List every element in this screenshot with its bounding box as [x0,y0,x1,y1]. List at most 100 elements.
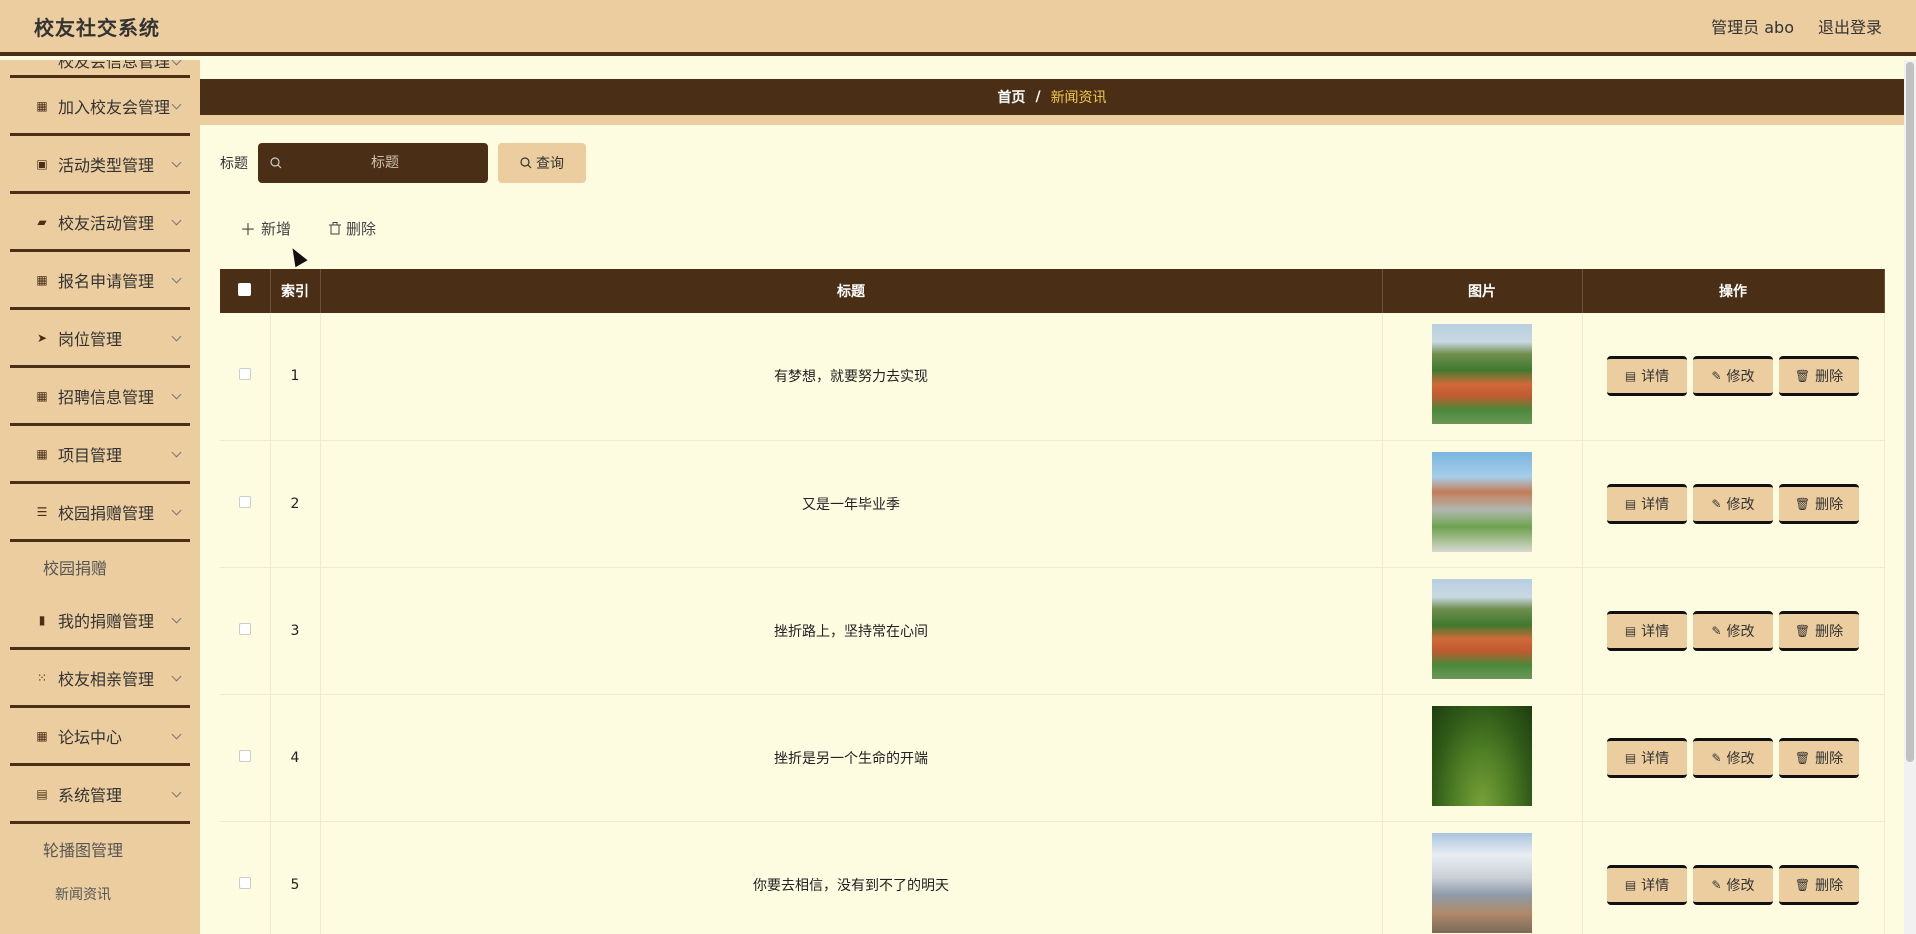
column-header-index: 索引 [270,269,321,313]
grid-icon: ▦ [36,98,48,113]
document-icon: ▤ [1624,369,1637,384]
news-thumbnail[interactable] [1432,705,1532,806]
delete-button[interactable]: 🗑 删除 [1779,610,1859,651]
news-thumbnail[interactable] [1432,832,1532,933]
row-checkbox[interactable] [238,876,251,889]
delete-button[interactable]: 🗑 删除 [1779,864,1859,905]
delete-button-label: 删除 [1815,369,1844,386]
sidebar-item-registration[interactable]: ▦ 报名申请管理 [10,252,190,310]
sidebar-item-label: 岗位管理 [58,329,123,349]
delete-button-label: 删除 [1815,877,1844,894]
news-thumbnail[interactable] [1432,324,1532,425]
pencil-icon: ✎ [1711,877,1722,892]
sidebar-item-join-association[interactable]: ▦ 加入校友会管理 [10,78,190,136]
edit-button-label: 修改 [1726,623,1755,640]
news-thumbnail[interactable] [1432,451,1532,552]
select-all-checkbox[interactable] [238,282,252,296]
add-button[interactable]: ＋ 新增 [240,216,291,240]
row-checkbox[interactable] [238,749,251,762]
sidebar-item-alumni-association-info[interactable]: ▦ 校友会信息管理 [10,60,190,78]
bar-chart-icon: ▮ [38,612,46,627]
sidebar-subitem-carousel[interactable]: 轮播图管理 [0,824,200,874]
row-actions: ▤ 详情 ✎ 修改 🗑 删除 [1582,694,1885,822]
query-button[interactable]: 查询 [498,143,586,183]
search-box [258,143,488,183]
sidebar-item-projects[interactable]: ▦ 项目管理 [10,426,190,484]
row-select-cell [220,821,271,934]
sidebar-item-label: 招聘信息管理 [58,387,155,407]
sidebar-item-label: 论坛中心 [58,727,123,747]
document-icon: ▤ [1624,496,1637,511]
chevron-down-icon [171,157,182,167]
send-icon: ➤ [36,330,48,345]
select-all-cell [220,269,271,313]
delete-button-label: 删除 [1815,623,1844,640]
sidebar-item-alumni-dating[interactable]: ⁙ 校友相亲管理 [10,650,190,708]
sidebar-item-donation-management[interactable]: ☰ 校园捐赠管理 [10,484,190,542]
chevron-down-icon [171,671,182,681]
delete-button[interactable]: 🗑 删除 [1779,483,1859,524]
row-checkbox[interactable] [238,622,251,635]
edit-button[interactable]: ✎ 修改 [1693,737,1773,778]
row-image-cell [1382,313,1583,441]
table-row: 4 挫折是另一个生命的开端 ▤ 详情 ✎ 修改 🗑 删除 [220,694,1885,822]
detail-button-label: 详情 [1641,496,1670,513]
row-index: 3 [270,567,321,695]
top-bar: 校友社交系统 管理员 abo 退出登录 [0,0,1916,56]
sidebar-item-system[interactable]: ▤ 系统管理 [10,766,190,824]
batch-delete-button[interactable]: 删除 [329,216,376,240]
edit-button[interactable]: ✎ 修改 [1693,864,1773,905]
sidebar-item-label: 系统管理 [58,785,123,805]
search-input[interactable] [282,143,488,183]
delete-button[interactable]: 🗑 删除 [1779,356,1859,397]
sidebar-item-forum[interactable]: ▦ 论坛中心 [10,708,190,766]
sidebar-item-recruitment[interactable]: ▦ 招聘信息管理 [10,368,190,426]
breadcrumb-home[interactable]: 首页 [997,87,1025,107]
page-scrollbar[interactable] [1904,60,1916,934]
row-checkbox[interactable] [238,368,251,381]
grid-icon: ▦ [36,388,48,403]
row-image-cell [1382,694,1583,822]
grid-icon: ▦ [36,728,48,743]
app-title: 校友社交系统 [34,15,160,40]
breadcrumb-separator: / [1035,89,1041,105]
detail-button[interactable]: ▤ 详情 [1607,356,1687,397]
edit-button[interactable]: ✎ 修改 [1693,610,1773,651]
edit-button[interactable]: ✎ 修改 [1693,483,1773,524]
grid-icon: ▦ [36,446,48,461]
clipboard-icon: ▣ [36,156,48,171]
row-index: 2 [270,440,321,568]
scrollbar-thumb[interactable] [1906,62,1914,762]
sidebar-item-activity-type[interactable]: ▣ 活动类型管理 [10,136,190,194]
row-checkbox[interactable] [238,495,251,508]
detail-button-label: 详情 [1641,877,1670,894]
detail-button[interactable]: ▤ 详情 [1607,864,1687,905]
table-header-row: 索引 标题 图片 操作 [220,269,1885,313]
edit-button[interactable]: ✎ 修改 [1693,356,1773,397]
delete-button[interactable]: 🗑 删除 [1779,737,1859,778]
sidebar-item-positions[interactable]: ➤ 岗位管理 [10,310,190,368]
detail-button[interactable]: ▤ 详情 [1607,737,1687,778]
pencil-icon: ✎ [1711,369,1722,384]
sidebar-subitem-donation[interactable]: 校园捐赠 [0,542,200,592]
sidebar-subitem-news[interactable]: 新闻资讯 [0,874,200,914]
sidebar-item-my-donations[interactable]: ▮ 我的捐赠管理 [10,592,190,650]
chevron-down-icon [171,729,182,739]
table-row: 3 挫折路上，坚持常在心间 ▤ 详情 ✎ 修改 🗑 删除 [220,567,1885,695]
apps-icon: ⁙ [36,670,48,685]
news-thumbnail[interactable] [1432,578,1532,679]
row-title: 有梦想，就要努力去实现 [320,313,1383,441]
user-label[interactable]: 管理员 abo [1711,14,1794,38]
row-title: 又是一年毕业季 [320,440,1383,568]
sidebar-item-label: 校友会信息管理 [58,60,171,71]
logout-link[interactable]: 退出登录 [1818,14,1882,38]
detail-button[interactable]: ▤ 详情 [1607,483,1687,524]
sidebar-item-alumni-activity[interactable]: ▰ 校友活动管理 [10,194,190,252]
row-index: 1 [270,313,321,441]
sidebar-item-label: 项目管理 [58,445,123,465]
edit-button-label: 修改 [1726,369,1755,386]
trash-icon: 🗑 [1794,750,1811,765]
detail-button[interactable]: ▤ 详情 [1607,610,1687,651]
column-header-actions: 操作 [1582,269,1885,313]
chevron-down-icon [171,613,182,623]
